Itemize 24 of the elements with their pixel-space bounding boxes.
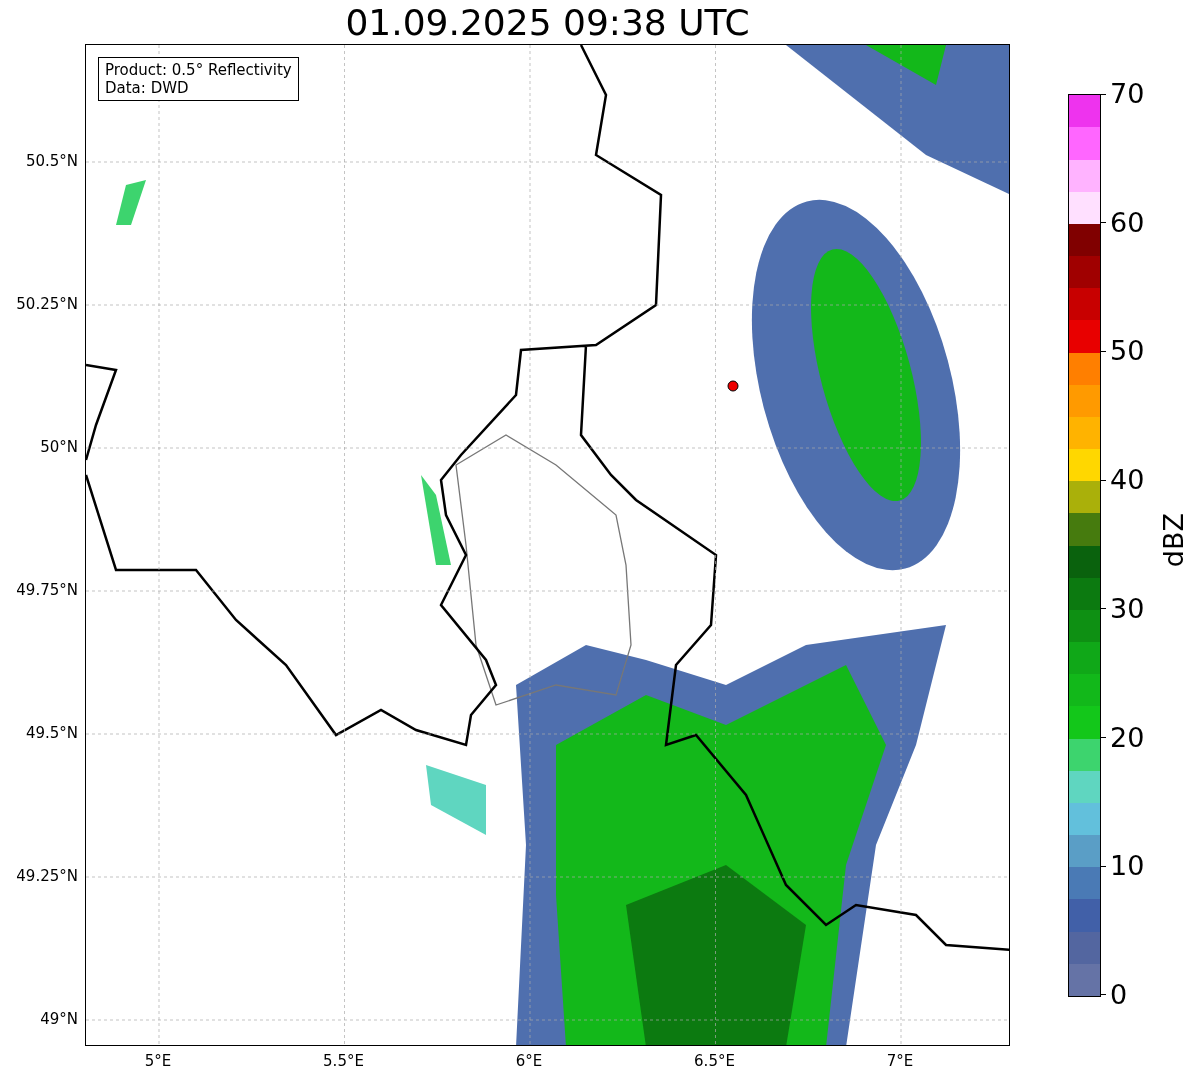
colorbar-label: dBZ bbox=[1158, 512, 1190, 568]
axis-tick-label: 50°N bbox=[40, 437, 78, 457]
info-text: Product: 0.5° Reflectivity bbox=[105, 61, 292, 79]
axis-tick-label: 6°E bbox=[514, 1051, 544, 1072]
axis-tick-label: 7°E bbox=[885, 1051, 915, 1072]
tick-label: 40 bbox=[1110, 465, 1145, 496]
axis-tick-label: 49.75°N bbox=[16, 580, 78, 600]
axis-tick-label: 49.25°N bbox=[16, 866, 78, 886]
tick-label: 30 bbox=[1110, 593, 1145, 624]
tick-label: 10 bbox=[1110, 851, 1145, 882]
info-text: Data: DWD bbox=[105, 79, 190, 97]
axis-tick-label: 5.5°E bbox=[322, 1051, 365, 1072]
tick-label: 70 bbox=[1110, 79, 1145, 109]
axis-tick-label: 49°N bbox=[40, 1009, 78, 1029]
chart-title: 01.09.2025 09:38 UTC bbox=[345, 1, 750, 43]
axis-tick-label: 50.5°N bbox=[25, 151, 78, 171]
tick-label: 0 bbox=[1110, 979, 1128, 1010]
axis-tick-label: 49.5°N bbox=[25, 723, 78, 743]
tick-label: 50 bbox=[1110, 336, 1145, 367]
axis-tick-label: 5°E bbox=[143, 1051, 173, 1072]
tick-label: 20 bbox=[1110, 722, 1145, 753]
tick-label: 60 bbox=[1110, 207, 1145, 238]
axis-tick-label: 50.25°N bbox=[16, 294, 78, 314]
axis-tick-label: 6.5°E bbox=[693, 1051, 736, 1072]
